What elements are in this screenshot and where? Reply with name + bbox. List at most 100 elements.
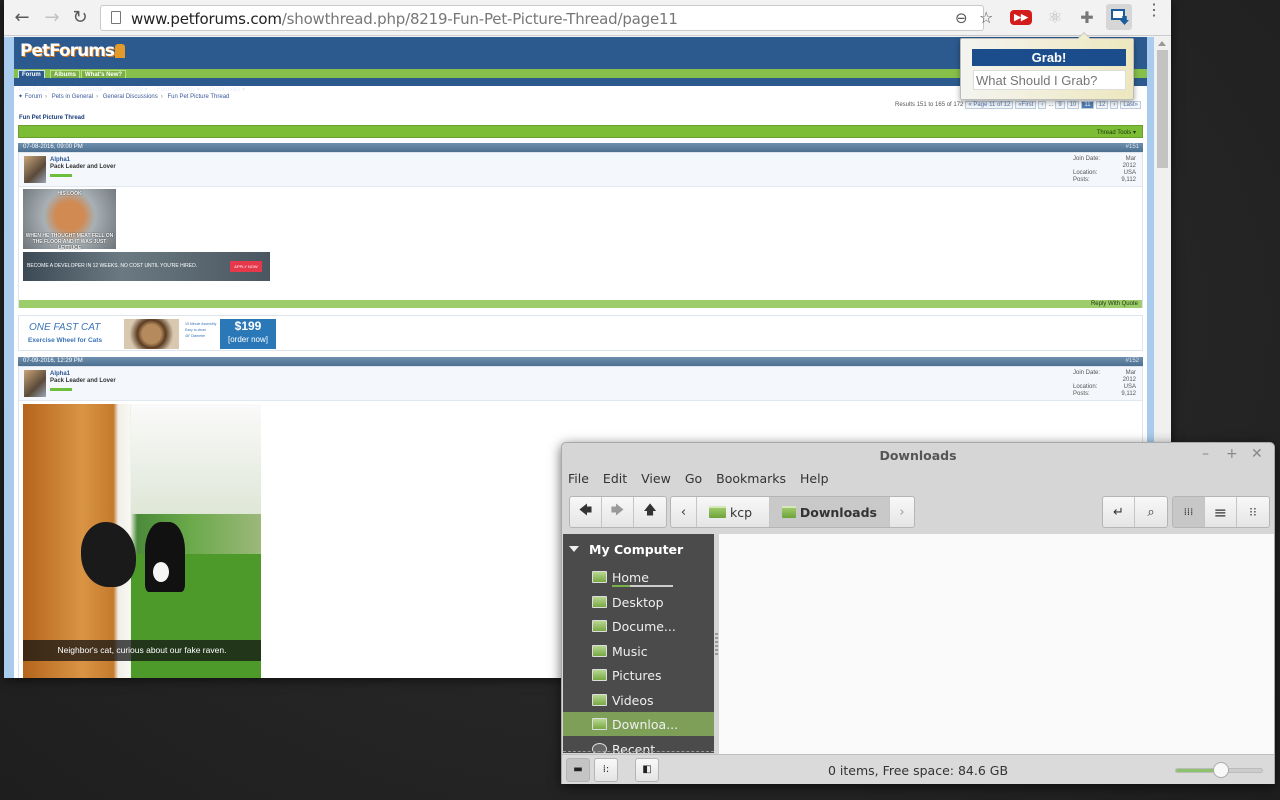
zoom-slider[interactable]	[1175, 762, 1263, 778]
sidebar-item-downloads[interactable]: Downloa...	[563, 712, 714, 736]
grab-input[interactable]	[973, 70, 1126, 90]
sidebar-item-documents[interactable]: Docume...	[563, 614, 714, 638]
breadcrumb-pets-in-general[interactable]: Pets in General	[52, 94, 93, 100]
path-next-button[interactable]: ›	[890, 497, 914, 527]
post-header: 07-08-2016, 09:00 PM #151	[18, 143, 1143, 152]
url-text[interactable]: www.petforums.com/showthread.php/8219-Fu…	[131, 10, 678, 28]
browser-menu-icon[interactable]: ⋮	[1146, 3, 1162, 19]
cat-figure	[145, 522, 185, 592]
page-11-current[interactable]: 11	[1081, 101, 1094, 109]
path-downloads[interactable]: Downloads	[770, 497, 890, 527]
search-button[interactable]: ⌕	[1135, 497, 1167, 527]
cat-logo-icon	[115, 44, 126, 58]
forward-button[interactable]: →	[40, 6, 64, 30]
reload-button[interactable]: ↻	[68, 6, 92, 30]
breadcrumb-home-icon: ✦	[18, 94, 25, 100]
page-10[interactable]: 10	[1066, 101, 1080, 109]
grab-extension-popup: Grab!	[960, 32, 1134, 100]
meme-image[interactable]: HIS LOOK WHEN HE THOUGHT MEAT FELL ON TH…	[23, 189, 116, 251]
file-view-area[interactable]	[719, 534, 1274, 754]
documents-folder-icon	[592, 620, 607, 632]
post-header: 07-09-2016, 12:29 PM #152	[18, 357, 1143, 366]
sidebar-section-my-computer[interactable]: My Computer	[569, 542, 683, 557]
desktop-icon	[592, 596, 607, 608]
maximize-button[interactable]: +	[1226, 446, 1238, 462]
grab-button[interactable]: Grab!	[972, 49, 1126, 66]
view-mode-buttons: ⁞⁞⁞ ≡ ⁝⁝	[1172, 496, 1270, 528]
arrow-left-icon: 🡄	[578, 503, 593, 518]
page-first[interactable]: «First	[1015, 101, 1037, 109]
react-extension-icon[interactable]: ⚛	[1044, 7, 1066, 29]
post-number[interactable]: #152	[1126, 358, 1139, 364]
path-kcp[interactable]: kcp	[697, 497, 770, 527]
close-button[interactable]: ✕	[1251, 446, 1263, 462]
path-bar: ‹ kcp Downloads ›	[670, 496, 915, 528]
list-view-button[interactable]: ≡	[1205, 497, 1237, 527]
advertisement-banner[interactable]: BECOME A DEVELOPER IN 12 WEEKS. NO COST …	[23, 252, 270, 281]
grid-icon: ⁞⁞⁞	[1183, 506, 1194, 518]
page-next[interactable]: ›	[1110, 101, 1119, 109]
post-number[interactable]: #151	[1126, 144, 1139, 150]
scroll-up-icon[interactable]	[1158, 41, 1166, 46]
reputation-bar	[50, 388, 72, 391]
avatar[interactable]	[24, 156, 46, 183]
forward-button[interactable]: 🡆	[602, 497, 634, 527]
menu-file[interactable]: File	[568, 471, 589, 486]
post: Alpha1 Pack Leader and Lover Join Date: M…	[18, 152, 1143, 308]
page-icon	[111, 11, 121, 24]
breadcrumb-general-discussions[interactable]: General Discussions	[103, 94, 158, 100]
back-button[interactable]: 🡄	[570, 497, 602, 527]
compact-view-button[interactable]: ⁝⁝	[1237, 497, 1269, 527]
sidebar-resize-handle[interactable]	[715, 633, 718, 657]
zoom-icon[interactable]: ⊖	[955, 9, 968, 27]
scrollbar-thumb[interactable]	[1157, 50, 1168, 168]
breadcrumb-thread[interactable]: Fun Pet Picture Thread	[167, 94, 229, 100]
sidebar-item-videos[interactable]: Videos	[563, 688, 714, 712]
breadcrumb-forum[interactable]: Forum	[25, 94, 42, 100]
menu-go[interactable]: Go	[685, 471, 702, 486]
page-9[interactable]: 9	[1055, 101, 1065, 109]
page-last[interactable]: Last»	[1120, 101, 1141, 109]
page-of-dropdown[interactable]: « Page 11 of 12	[965, 101, 1014, 109]
location-search-buttons: ↵ ⌕	[1102, 496, 1168, 528]
thread-title[interactable]: Fun Pet Picture Thread	[19, 115, 85, 121]
youtube-extension-icon[interactable]: ▶▶	[1010, 10, 1032, 25]
videos-folder-icon	[592, 694, 607, 706]
photo-caption: Neighbor's cat, curious about our fake r…	[23, 640, 261, 661]
icon-view-button[interactable]: ⁞⁞⁞	[1173, 497, 1205, 527]
grab-extension-icon[interactable]	[1106, 4, 1132, 30]
sidebar-item-pictures[interactable]: Pictures	[563, 663, 714, 687]
sidebar-item-music[interactable]: Music	[563, 639, 714, 663]
bookmark-star-icon[interactable]: ☆	[979, 8, 993, 27]
window-title: Downloads	[879, 448, 957, 463]
address-bar[interactable]: www.petforums.com/showthread.php/8219-Fu…	[100, 5, 993, 31]
username[interactable]: Alpha1	[50, 157, 70, 163]
site-logo[interactable]: PetForums	[20, 41, 126, 61]
menu-view[interactable]: View	[641, 471, 671, 486]
navigation-buttons: 🡄 🡆 🡅	[569, 496, 667, 528]
avatar[interactable]	[24, 370, 46, 397]
cat-wheel-image	[124, 319, 179, 349]
path-prev-button[interactable]: ‹	[671, 497, 697, 527]
up-button[interactable]: 🡅	[634, 497, 666, 527]
minimize-button[interactable]: –	[1202, 446, 1209, 462]
menu-edit[interactable]: Edit	[603, 471, 627, 486]
music-folder-icon	[592, 645, 607, 657]
menu-help[interactable]: Help	[800, 471, 829, 486]
page-prev[interactable]: ‹	[1038, 101, 1047, 109]
puzzle-extension-icon[interactable]: ✚	[1076, 7, 1098, 29]
ad-apply-button[interactable]: APPLY NOW	[230, 261, 262, 272]
page-12[interactable]: 12	[1095, 101, 1109, 109]
ad-container: ONE FAST CAT Exercise Wheel for Cats 15 …	[18, 315, 1143, 351]
zoom-slider-knob[interactable]	[1212, 762, 1229, 778]
thread-tools-menu[interactable]: Thread Tools ▾	[1097, 129, 1136, 136]
post-footer: Reply With Quote	[19, 300, 1142, 308]
toggle-location-button[interactable]: ↵	[1103, 497, 1135, 527]
back-button[interactable]: ←	[10, 6, 34, 30]
sidebar-item-desktop[interactable]: Desktop	[563, 590, 714, 614]
reply-with-quote-button[interactable]: Reply With Quote	[1091, 301, 1138, 307]
menu-bookmarks[interactable]: Bookmarks	[716, 471, 786, 486]
cat-raven-photo[interactable]: Neighbor's cat, curious about our fake r…	[23, 404, 261, 678]
cat-wheel-ad[interactable]: ONE FAST CAT Exercise Wheel for Cats 15 …	[23, 319, 276, 349]
username[interactable]: Alpha1	[50, 371, 70, 377]
